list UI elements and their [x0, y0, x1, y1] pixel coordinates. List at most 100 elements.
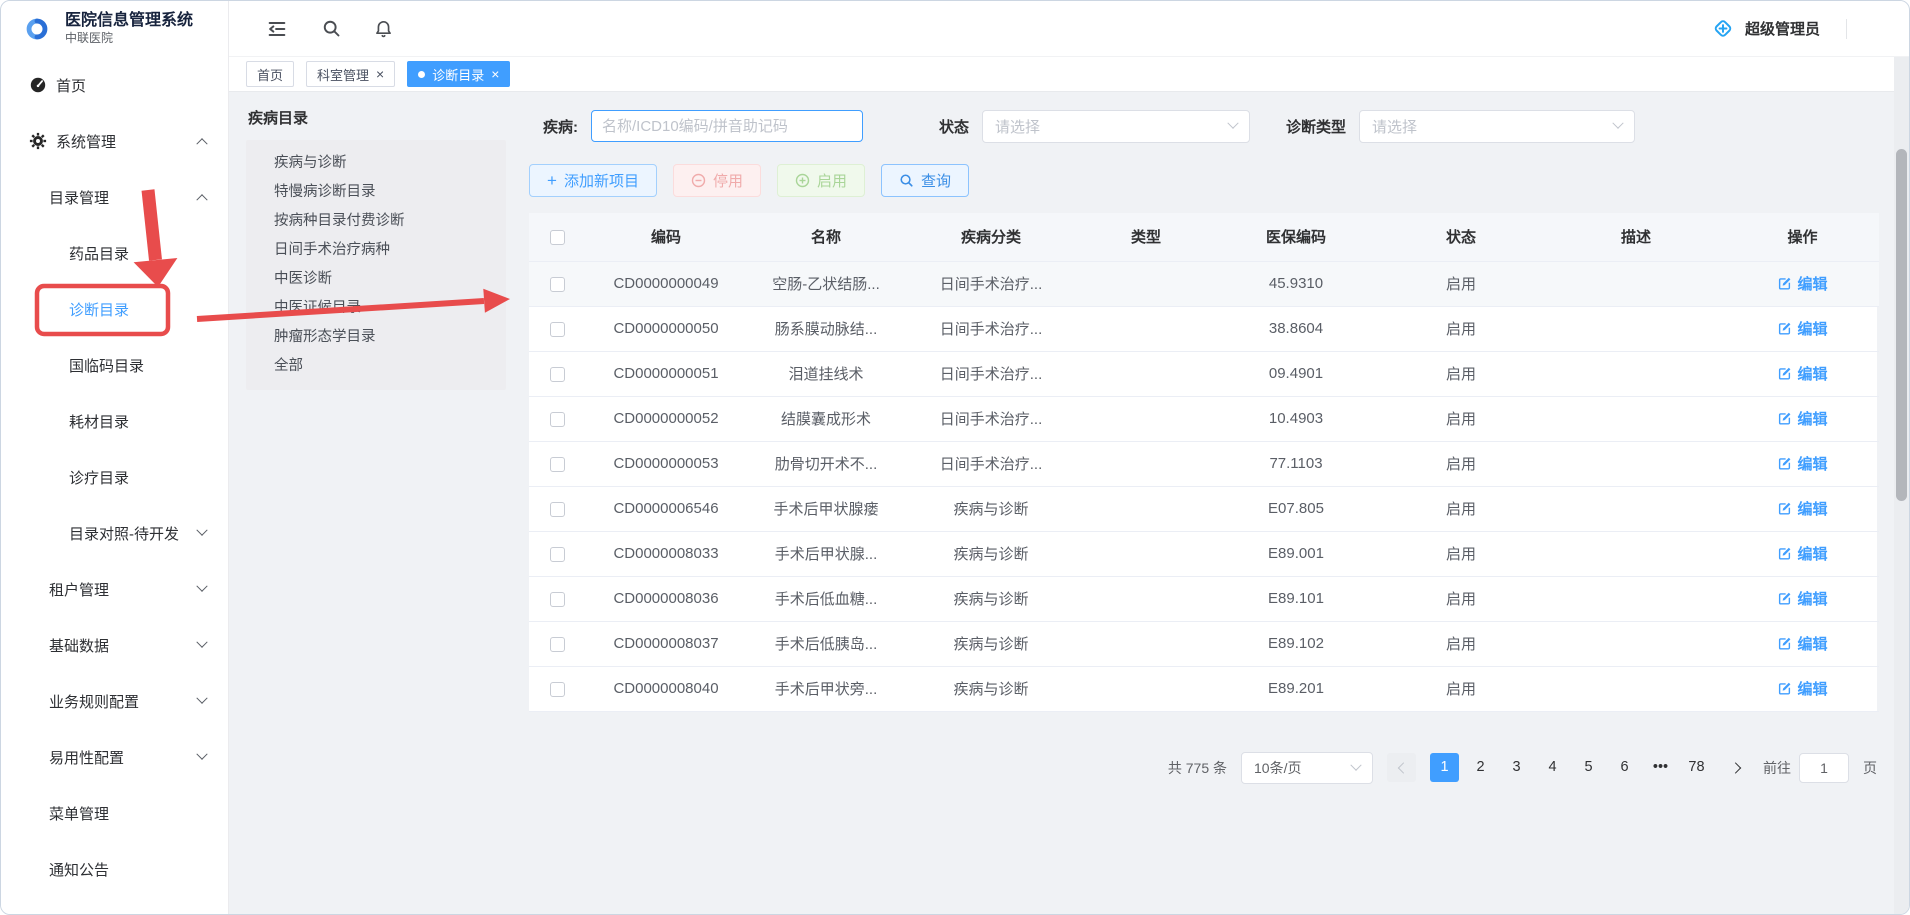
cell-insurance-code: E07.805 — [1216, 486, 1376, 531]
sidebar-item-basic-data[interactable]: 基础数据 — [1, 617, 228, 673]
sidebar-item-catalog-management[interactable]: 目录管理 — [1, 169, 228, 225]
collapse-sidebar-icon[interactable] — [265, 17, 289, 41]
plus-circle-icon — [795, 173, 810, 188]
table-row[interactable]: CD0000000050肠系膜动脉结...日间手术治疗...38.8604启用编… — [529, 306, 1879, 351]
chevron-left-icon — [1397, 762, 1408, 773]
cell-category: 疾病与诊断 — [906, 621, 1076, 666]
edit-label: 编辑 — [1797, 273, 1827, 294]
edit-icon — [1777, 636, 1792, 651]
edit-button[interactable]: 编辑 — [1777, 633, 1827, 654]
row-checkbox[interactable] — [550, 457, 565, 472]
row-checkbox[interactable] — [550, 502, 565, 517]
col-header-insurance-code: 医保编码 — [1216, 213, 1376, 261]
disease-category-item[interactable]: 特慢病诊断目录 — [246, 178, 506, 207]
medical-cross-avatar-icon[interactable] — [1711, 17, 1735, 41]
edit-icon — [1777, 591, 1792, 606]
search-icon[interactable] — [319, 17, 343, 41]
edit-button[interactable]: 编辑 — [1777, 588, 1827, 609]
table-row[interactable]: CD0000008036手术后低血糖...疾病与诊断E89.101启用编辑 — [529, 576, 1879, 621]
edit-button[interactable]: 编辑 — [1777, 498, 1827, 519]
sidebar-item-menu-management[interactable]: 菜单管理 — [1, 785, 228, 841]
tab-department-management[interactable]: 科室管理 × — [306, 61, 395, 87]
chevron-down-icon — [196, 693, 207, 704]
page-number-active[interactable]: 1 — [1430, 753, 1459, 782]
bell-icon[interactable] — [371, 17, 395, 41]
row-checkbox[interactable] — [550, 592, 565, 607]
disease-category-item[interactable]: 日间手术治疗病种 — [246, 236, 506, 265]
enable-button[interactable]: 启用 — [777, 164, 865, 197]
sidebar-item-national-code-catalog[interactable]: 国临码目录 — [1, 337, 228, 393]
sidebar-item-home[interactable]: 首页 — [1, 57, 228, 113]
page-number[interactable]: 5 — [1574, 753, 1603, 782]
row-checkbox[interactable] — [550, 547, 565, 562]
row-checkbox[interactable] — [550, 367, 565, 382]
page-number[interactable]: 2 — [1466, 753, 1495, 782]
table-row[interactable]: CD0000008037手术后低胰岛...疾病与诊断E89.102启用编辑 — [529, 621, 1879, 666]
prev-page-button[interactable] — [1387, 753, 1416, 782]
next-page-button[interactable] — [1725, 753, 1749, 782]
page-number[interactable]: 78 — [1682, 753, 1711, 782]
tab-close-icon[interactable]: × — [376, 67, 384, 81]
disease-category-item[interactable]: 疾病与诊断 — [246, 149, 506, 178]
row-checkbox[interactable] — [550, 322, 565, 337]
sidebar-item-tenant-management[interactable]: 租户管理 — [1, 561, 228, 617]
current-user-name[interactable]: 超级管理员 — [1745, 18, 1820, 39]
row-checkbox[interactable] — [550, 637, 565, 652]
page-size-select[interactable]: 10条/页 — [1241, 752, 1373, 784]
row-checkbox[interactable] — [550, 277, 565, 292]
cell-desc — [1546, 621, 1726, 666]
col-header-type: 类型 — [1076, 213, 1216, 261]
edit-icon — [1777, 411, 1792, 426]
table-row[interactable]: CD0000000049空肠-乙状结肠...日间手术治疗...45.9310启用… — [529, 261, 1879, 306]
disease-category-item[interactable]: 中医证候目录 — [246, 294, 506, 323]
sidebar-item-system-management[interactable]: 系统管理 — [1, 113, 228, 169]
table-row[interactable]: CD0000008040手术后甲状旁...疾病与诊断E89.201启用编辑 — [529, 666, 1879, 711]
edit-button[interactable]: 编辑 — [1777, 318, 1827, 339]
cell-type — [1076, 576, 1216, 621]
row-checkbox[interactable] — [550, 412, 565, 427]
table-row[interactable]: CD0000006546手术后甲状腺瘘疾病与诊断E07.805启用编辑 — [529, 486, 1879, 531]
edit-button[interactable]: 编辑 — [1777, 273, 1827, 294]
tab-home[interactable]: 首页 — [246, 61, 294, 87]
tab-diagnosis-catalog[interactable]: 诊断目录 × — [407, 61, 510, 87]
tab-close-icon[interactable]: × — [491, 67, 499, 81]
scrollbar-thumb[interactable] — [1896, 149, 1907, 501]
query-button[interactable]: 查询 — [881, 164, 969, 197]
sidebar-item-treatment-catalog[interactable]: 诊疗目录 — [1, 449, 228, 505]
plus-icon: + — [547, 172, 557, 189]
row-checkbox[interactable] — [550, 682, 565, 697]
disease-search-input[interactable] — [591, 110, 863, 142]
page-number[interactable]: 6 — [1610, 753, 1639, 782]
edit-button[interactable]: 编辑 — [1777, 678, 1827, 699]
status-select[interactable]: 请选择 — [982, 110, 1250, 143]
edit-button[interactable]: 编辑 — [1777, 363, 1827, 384]
table-row[interactable]: CD0000000053肋骨切开术不...日间手术治疗...77.1103启用编… — [529, 441, 1879, 486]
diagnosis-type-select[interactable]: 请选择 — [1359, 110, 1635, 143]
sidebar-item-consumables-catalog[interactable]: 耗材目录 — [1, 393, 228, 449]
disease-category-item[interactable]: 按病种目录付费诊断 — [246, 207, 506, 236]
edit-button[interactable]: 编辑 — [1777, 453, 1827, 474]
sidebar-item-catalog-mapping[interactable]: 目录对照-待开发 — [1, 505, 228, 561]
add-new-item-button[interactable]: + 添加新项目 — [529, 164, 657, 197]
disease-category-item[interactable]: 中医诊断 — [246, 265, 506, 294]
cell-category: 疾病与诊断 — [906, 576, 1076, 621]
disease-category-item[interactable]: 全部 — [246, 352, 506, 381]
goto-page-input[interactable] — [1799, 753, 1849, 783]
edit-button[interactable]: 编辑 — [1777, 543, 1827, 564]
sidebar-item-diagnosis-catalog[interactable]: 诊断目录 — [1, 281, 228, 337]
page-number[interactable]: 3 — [1502, 753, 1531, 782]
edit-button[interactable]: 编辑 — [1777, 408, 1827, 429]
sidebar-item-usability-config[interactable]: 易用性配置 — [1, 729, 228, 785]
select-all-checkbox[interactable] — [550, 230, 565, 245]
disease-catalog-list: 疾病与诊断特慢病诊断目录按病种目录付费诊断日间手术治疗病种中医诊断中医证候目录肿… — [246, 140, 506, 390]
page-ellipsis[interactable]: ••• — [1646, 753, 1675, 782]
table-row[interactable]: CD0000000052结膜囊成形术日间手术治疗...10.4903启用编辑 — [529, 396, 1879, 441]
disease-category-item[interactable]: 肿瘤形态学目录 — [246, 323, 506, 352]
table-row[interactable]: CD0000000051泪道挂线术日间手术治疗...09.4901启用编辑 — [529, 351, 1879, 396]
sidebar-item-notice[interactable]: 通知公告 — [1, 841, 228, 897]
page-number[interactable]: 4 — [1538, 753, 1567, 782]
sidebar-item-drug-catalog[interactable]: 药品目录 — [1, 225, 228, 281]
table-row[interactable]: CD0000008033手术后甲状腺...疾病与诊断E89.001启用编辑 — [529, 531, 1879, 576]
sidebar-item-business-rules[interactable]: 业务规则配置 — [1, 673, 228, 729]
disable-button[interactable]: 停用 — [673, 164, 761, 197]
